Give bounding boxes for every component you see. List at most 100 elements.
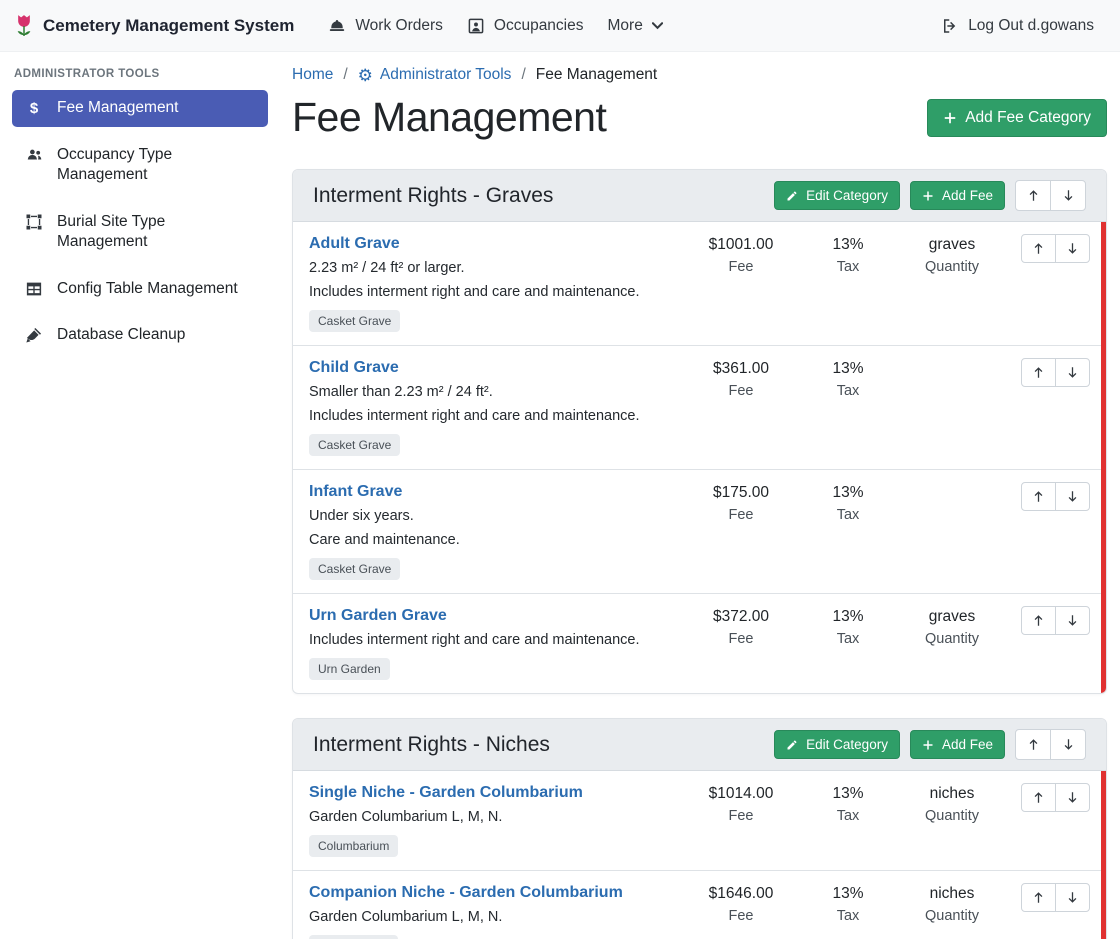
sidebar-item-fee-management[interactable]: $ Fee Management <box>12 90 268 127</box>
nav-more[interactable]: More <box>596 9 675 43</box>
category-header: Interment Rights - Niches Edit Category Ad… <box>293 719 1106 771</box>
move-fee-down-button[interactable] <box>1055 358 1090 387</box>
fee-info: Adult Grave2.23 m² / 24 ft² or larger.In… <box>309 234 686 332</box>
admin-sidebar: ADMINISTRATOR TOOLS $ Fee Management Occ… <box>0 52 280 939</box>
fee-name-link[interactable]: Single Niche - Garden Columbarium <box>309 783 583 803</box>
plus-icon <box>922 190 934 202</box>
nav-label: Work Orders <box>355 17 443 35</box>
fee-type-badge: Casket Grave <box>309 434 400 456</box>
category-title: Interment Rights - Niches <box>313 733 550 757</box>
fee-amount-label: Fee <box>686 259 796 275</box>
plus-icon <box>943 111 957 125</box>
breadcrumb-home-link[interactable]: Home <box>292 66 333 84</box>
fee-quantity-value: niches <box>900 784 1004 804</box>
category-reorder-group <box>1015 180 1086 211</box>
add-fee-category-label: Add Fee Category <box>965 109 1091 127</box>
arrow-down-icon <box>1066 490 1079 503</box>
logout-link[interactable]: Log Out d.gowans <box>929 9 1106 43</box>
title-row: Fee Management Add Fee Category <box>292 94 1107 141</box>
add-fee-label: Add Fee <box>942 737 993 752</box>
breadcrumb-separator: / <box>521 66 525 84</box>
fee-info: Single Niche - Garden ColumbariumGarden … <box>309 783 686 857</box>
fee-amount-value: $175.00 <box>686 483 796 503</box>
fee-name-link[interactable]: Urn Garden Grave <box>309 606 447 626</box>
move-fee-up-button[interactable] <box>1021 234 1056 263</box>
fee-tax-value: 13% <box>796 784 900 804</box>
fee-quantity: nichesQuantity <box>900 783 1004 824</box>
add-fee-button[interactable]: Add Fee <box>910 730 1005 759</box>
fee-row: Urn Garden Grave Includes interment right… <box>293 593 1106 693</box>
fee-amount-value: $361.00 <box>686 359 796 379</box>
fee-quantity-label: Quantity <box>900 908 1004 924</box>
fee-amount-label: Fee <box>686 507 796 523</box>
move-fee-down-button[interactable] <box>1055 606 1090 635</box>
fee-name-link[interactable]: Adult Grave <box>309 234 400 254</box>
edit-category-label: Edit Category <box>806 737 888 752</box>
category-reorder-group <box>1015 729 1086 760</box>
fee-description: Smaller than 2.23 m² / 24 ft². <box>309 382 674 402</box>
fee-name-link[interactable]: Companion Niche - Garden Columbarium <box>309 883 623 903</box>
category-header: Interment Rights - GravesEdit CategoryAd… <box>293 170 1106 222</box>
move-category-down-button[interactable] <box>1050 180 1086 211</box>
fee-tax-label: Tax <box>796 383 900 399</box>
move-category-up-button[interactable] <box>1015 180 1051 211</box>
category-list: Interment Rights - GravesEdit CategoryAd… <box>292 169 1107 939</box>
move-fee-up-button[interactable] <box>1021 358 1056 387</box>
fee-amount: $175.00 Fee <box>686 482 796 523</box>
fee-name-link[interactable]: Child Grave <box>309 358 399 378</box>
fee-amount-label: Fee <box>686 631 796 647</box>
fee-row: Single Niche - Garden ColumbariumGarden … <box>293 771 1106 870</box>
move-fee-up-button[interactable] <box>1021 482 1056 511</box>
fee-type-badge: Casket Grave <box>309 558 400 580</box>
breadcrumb-admin-tools-link[interactable]: ⚙ Administrator Tools <box>358 66 512 84</box>
fee-quantity: gravesQuantity <box>900 234 1004 275</box>
fee-amount: $361.00Fee <box>686 358 796 399</box>
sidebar-item-occupancy-type-management[interactable]: Occupancy Type Management <box>12 137 268 194</box>
nav-label: More <box>608 17 643 35</box>
fee-category-card: Interment Rights - GravesEdit CategoryAd… <box>292 169 1107 694</box>
nav-work-orders[interactable]: Work Orders <box>316 9 455 43</box>
move-category-up-button[interactable] <box>1015 729 1051 760</box>
breadcrumb-separator: / <box>343 66 347 84</box>
app-brand[interactable]: Cemetery Management System <box>14 13 294 39</box>
move-fee-down-button[interactable] <box>1055 482 1090 511</box>
sidebar-item-database-cleanup[interactable]: Database Cleanup <box>12 317 268 353</box>
fee-description: Care and maintenance. <box>309 530 674 550</box>
fee-description: Includes interment right and care and ma… <box>309 282 674 302</box>
fee-tax: 13%Tax <box>796 606 900 647</box>
edit-category-button[interactable]: Edit Category <box>774 181 900 210</box>
sidebar-section-title: ADMINISTRATOR TOOLS <box>0 58 280 90</box>
move-category-down-button[interactable] <box>1050 729 1086 760</box>
nav-occupancies[interactable]: Occupancies <box>455 9 596 43</box>
sidebar-item-burial-site-type-management[interactable]: Burial Site Type Management <box>12 204 268 261</box>
fee-name-link[interactable]: Infant Grave <box>309 482 402 502</box>
card-scrollbar[interactable] <box>1101 222 1106 693</box>
sidebar-item-config-table-management[interactable]: Config Table Management <box>12 271 268 307</box>
move-fee-up-button[interactable] <box>1021 606 1056 635</box>
fee-tax-label: Tax <box>796 507 900 523</box>
fee-row-actions <box>1004 234 1090 263</box>
hard-hat-icon <box>328 17 346 35</box>
move-fee-up-button[interactable] <box>1021 783 1056 812</box>
fee-description: Includes interment right and care and ma… <box>309 630 674 650</box>
move-fee-down-button[interactable] <box>1055 883 1090 912</box>
fee-reorder-group <box>1021 482 1090 511</box>
add-fee-category-button[interactable]: Add Fee Category <box>927 99 1107 137</box>
fee-amount-value: $372.00 <box>686 607 796 627</box>
arrow-down-icon <box>1066 614 1079 627</box>
chevron-down-icon <box>652 22 663 30</box>
vector-square-icon <box>24 213 44 231</box>
fee-category-card: Interment Rights - Niches Edit Category Ad… <box>292 718 1107 939</box>
fee-amount-value: $1001.00 <box>686 235 796 255</box>
sidebar-item-label: Config Table Management <box>57 279 238 299</box>
fee-list: Adult Grave2.23 m² / 24 ft² or larger.In… <box>293 222 1106 693</box>
fee-tax: 13%Tax <box>796 358 900 399</box>
move-fee-down-button[interactable] <box>1055 234 1090 263</box>
card-scrollbar[interactable] <box>1101 771 1106 939</box>
edit-category-button[interactable]: Edit Category <box>774 730 900 759</box>
fee-amount: $1646.00Fee <box>686 883 796 924</box>
move-fee-up-button[interactable] <box>1021 883 1056 912</box>
move-fee-down-button[interactable] <box>1055 783 1090 812</box>
category-actions: Edit Category Add Fee <box>774 180 1086 211</box>
add-fee-button[interactable]: Add Fee <box>910 181 1005 210</box>
